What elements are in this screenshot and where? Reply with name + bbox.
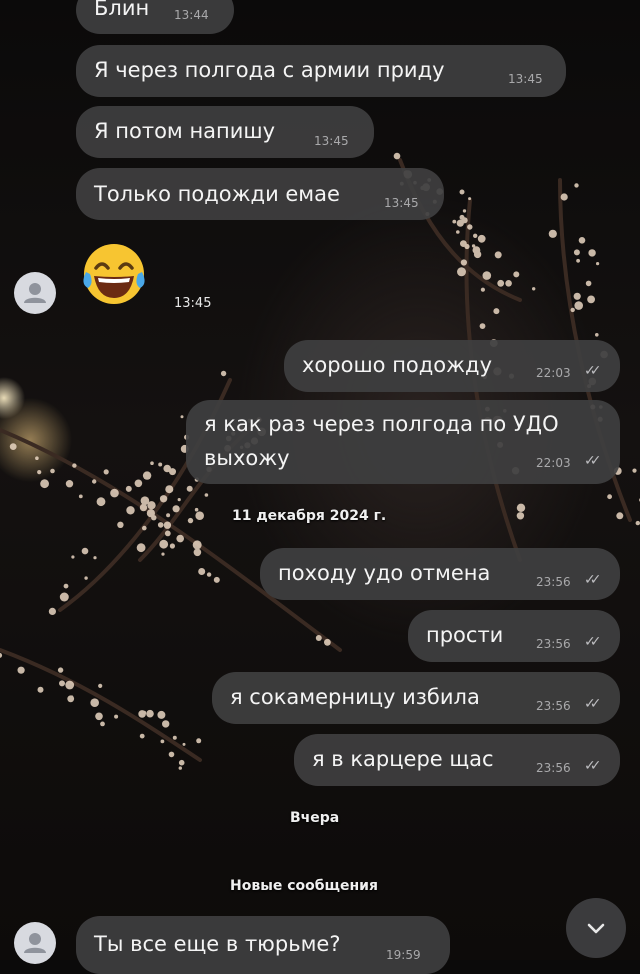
message-time: 23:56 xyxy=(536,637,571,651)
incoming-message[interactable]: Только подожди емае 13:45 xyxy=(76,168,444,220)
double-check-icon: ✓✓ xyxy=(584,758,602,774)
yesterday-separator: Вчера xyxy=(290,810,340,826)
message-time: 13:45 xyxy=(508,72,543,86)
outgoing-message[interactable]: походу удо отмена 23:56 ✓✓ xyxy=(260,548,620,600)
scroll-to-bottom-button[interactable] xyxy=(566,898,626,958)
message-text: Ты все еще в тюрьме? xyxy=(94,932,341,956)
message-time: 23:56 xyxy=(536,761,571,775)
laughing-tears-emoji[interactable] xyxy=(78,238,150,314)
incoming-message[interactable]: Я через полгода с армии приду 13:45 xyxy=(76,45,566,97)
incoming-message[interactable]: Я потом напишу 13:45 xyxy=(76,106,374,158)
double-check-icon: ✓✓ xyxy=(584,696,602,712)
incoming-message[interactable]: Ты все еще в тюрьме? 19:59 xyxy=(76,916,450,974)
message-text-line2: выхожу xyxy=(204,446,290,470)
double-check-icon: ✓✓ xyxy=(584,363,602,379)
outgoing-message[interactable]: я сокамерницу избила 23:56 ✓✓ xyxy=(212,672,620,724)
date-separator: 11 декабря 2024 г. xyxy=(232,508,387,524)
message-text-line1: я как раз через полгода по УДО xyxy=(204,412,559,436)
message-text: я в карцере щас xyxy=(312,747,494,771)
user-silhouette-icon xyxy=(24,933,46,953)
outgoing-message[interactable]: я как раз через полгода по УДО выхожу 22… xyxy=(186,400,620,484)
outgoing-message[interactable]: я в карцере щас 23:56 ✓✓ xyxy=(294,734,620,786)
double-check-icon: ✓✓ xyxy=(584,634,602,650)
outgoing-message[interactable]: прости 23:56 ✓✓ xyxy=(408,610,620,662)
message-time: 13:44 xyxy=(174,8,209,22)
message-text: походу удо отмена xyxy=(278,561,491,585)
message-time: 23:56 xyxy=(536,699,571,713)
chevron-down-icon xyxy=(587,923,605,934)
message-time: 22:03 xyxy=(536,366,571,380)
message-time: 13:45 xyxy=(314,134,349,148)
outgoing-message[interactable]: хорошо подожду 22:03 ✓✓ xyxy=(284,340,620,392)
avatar[interactable] xyxy=(14,922,56,964)
message-text: Я потом напишу xyxy=(94,119,276,143)
message-time: 22:03 xyxy=(536,456,571,470)
user-silhouette-icon xyxy=(24,283,46,303)
incoming-message[interactable]: Блин 13:44 xyxy=(76,0,234,34)
avatar[interactable] xyxy=(14,272,56,314)
double-check-icon: ✓✓ xyxy=(584,453,602,469)
new-messages-divider: Новые сообщения xyxy=(230,878,378,894)
double-check-icon: ✓✓ xyxy=(584,572,602,588)
emoji-message-time: 13:45 xyxy=(174,296,212,311)
message-time: 23:56 xyxy=(536,575,571,589)
message-time: 13:45 xyxy=(384,196,419,210)
message-text: прости xyxy=(426,623,504,647)
message-text: Я через полгода с армии приду xyxy=(94,58,445,82)
message-text: хорошо подожду xyxy=(302,353,493,377)
message-text: Блин xyxy=(94,0,150,20)
message-text: я сокамерницу избила xyxy=(230,685,480,709)
message-text: Только подожди емае xyxy=(94,182,340,206)
